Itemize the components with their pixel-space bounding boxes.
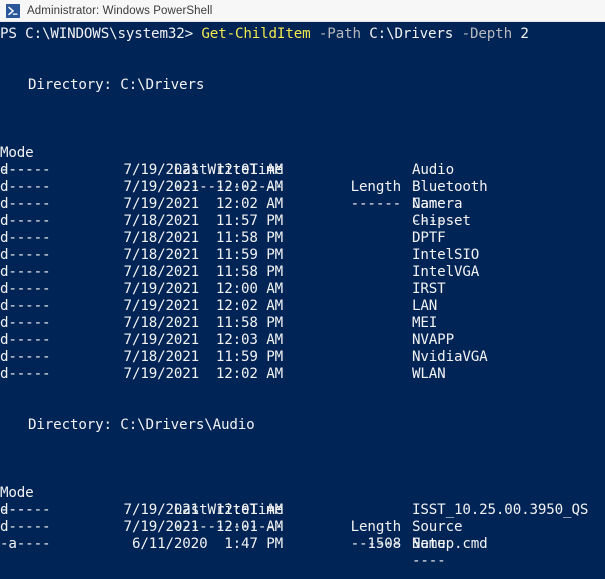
table-header-row: Mode LastWriteTime Length Name	[0, 128, 605, 212]
cell-lastwritetime: 7/18/2021 11:59 PM	[123, 349, 284, 365]
cell-lastwritetime: 7/19/2021 12:02 AM	[123, 298, 284, 314]
table-row: d----- 7/19/2021 12:01 AM Audio	[0, 162, 605, 179]
cell-lastwritetime: 7/18/2021 11:59 PM	[123, 247, 284, 263]
window-titlebar: Administrator: Windows PowerShell	[0, 0, 605, 22]
cell-lastwritetime: 7/18/2021 11:58 PM	[123, 315, 284, 331]
cell-name: Source	[412, 519, 463, 535]
table-row: d----- 7/19/2021 12:00 AM IRST	[0, 281, 605, 298]
directory-listing-drivers: d----- 7/19/2021 12:01 AM Audio d----- 7/19/…	[0, 162, 605, 383]
table-row: d----- 7/18/2021 11:58 PM MEI	[0, 315, 605, 332]
table-row: d----- 7/18/2021 11:57 PM Chipset	[0, 213, 605, 230]
cell-lastwritetime: 7/19/2021 12:03 AM	[123, 332, 284, 348]
cell-name: Chipset	[412, 213, 471, 229]
cell-name: DPTF	[412, 230, 446, 246]
console-buffer: PS C:\WINDOWS\system32> Get-ChildItem -P…	[0, 26, 605, 569]
param-path: -Path	[318, 26, 361, 42]
table-row: d----- 7/18/2021 11:58 PM DPTF	[0, 230, 605, 247]
cell-name: IntelSIO	[412, 247, 480, 263]
cell-name: NVAPP	[412, 332, 454, 348]
powershell-icon	[6, 3, 20, 18]
table-row: d----- 7/19/2021 12:02 AM LAN	[0, 298, 605, 315]
cell-name: IRST	[412, 281, 446, 297]
cell-lastwritetime: 7/19/2021 12:01 AM	[123, 519, 284, 535]
table-header-rule: ---- ------------- ------ ----	[0, 485, 605, 569]
rule-name: ----	[412, 553, 446, 569]
cell-lastwritetime: 7/18/2021 11:58 PM	[123, 264, 284, 280]
table-row: d----- 7/19/2021 12:02 AM Bluetooth	[0, 179, 605, 196]
cell-lastwritetime: 7/19/2021 12:02 AM	[123, 179, 284, 195]
table-row: d----- 7/19/2021 12:01 AM Source	[0, 519, 605, 536]
cell-name: Audio	[412, 162, 454, 178]
cell-name: Camera	[412, 196, 463, 212]
cell-name: Setup.cmd	[412, 536, 488, 552]
table-header-row: Mode LastWriteTime Length Name	[0, 468, 605, 552]
cell-lastwritetime: 7/18/2021 11:57 PM	[123, 213, 284, 229]
table-row: d----- 7/18/2021 11:58 PM IntelVGA	[0, 264, 605, 281]
table-row: d----- 7/19/2021 12:02 AM Camera	[0, 196, 605, 213]
cell-name: IntelVGA	[412, 264, 480, 280]
table-row: d----- 7/19/2021 12:01 AM ISST_10.25.00.39…	[0, 502, 605, 519]
cell-length: 1508	[367, 536, 401, 552]
param-depth: -Depth	[461, 26, 513, 42]
table-row: d----- 7/18/2021 11:59 PM NvidiaVGA	[0, 349, 605, 366]
table-row: -a---- 6/11/2020 1:47 PM 1508 Setup.cmd	[0, 536, 605, 553]
cell-lastwritetime: 7/19/2021 12:02 AM	[123, 196, 284, 212]
cell-name: WLAN	[412, 366, 446, 382]
prompt-prefix: PS C:\WINDOWS\system32>	[0, 26, 202, 42]
table-row: d----- 7/19/2021 12:03 AM NVAPP	[0, 332, 605, 349]
cell-lastwritetime: 7/19/2021 12:00 AM	[123, 281, 284, 297]
cell-lastwritetime: 7/19/2021 12:02 AM	[123, 366, 284, 382]
cell-name: ISST_10.25.00.3950_QS	[412, 502, 589, 518]
table-row: d----- 7/19/2021 12:02 AM WLAN	[0, 366, 605, 383]
directory-header: Directory: C:\Drivers	[28, 77, 205, 93]
table-row: d----- 7/18/2021 11:59 PM IntelSIO	[0, 247, 605, 264]
command-name: Get-ChildItem	[201, 26, 311, 42]
cell-name: NvidiaVGA	[412, 349, 488, 365]
directory-header: Directory: C:\Drivers\Audio	[28, 417, 255, 433]
cell-name: Bluetooth	[412, 179, 488, 195]
directory-listing-drivers-audio: d----- 7/19/2021 12:01 AM ISST_10.25.00.39…	[0, 502, 605, 553]
cell-lastwritetime: 7/18/2021 11:58 PM	[123, 230, 284, 246]
cell-name: MEI	[412, 315, 438, 331]
window-title: Administrator: Windows PowerShell	[27, 4, 213, 17]
param-depth-value: 2	[520, 26, 529, 42]
powershell-console[interactable]: PS C:\WINDOWS\system32> Get-ChildItem -P…	[0, 22, 605, 579]
cell-lastwritetime: 7/19/2021 12:01 AM	[123, 502, 284, 518]
param-path-value: C:\Drivers	[369, 26, 454, 42]
cell-name: LAN	[412, 298, 438, 314]
table-header-rule: ---- ------------- ------ ----	[0, 145, 605, 229]
prompt-line[interactable]: PS C:\WINDOWS\system32> Get-ChildItem -P…	[0, 26, 605, 43]
cell-lastwritetime: 7/19/2021 12:01 AM	[123, 162, 284, 178]
